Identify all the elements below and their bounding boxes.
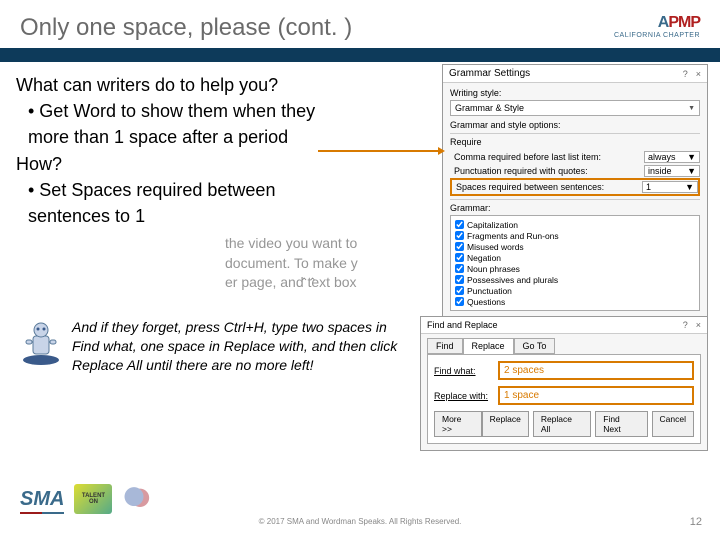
bullet-1b: more than 1 space after a period: [16, 125, 421, 150]
chevron-down-icon: ▼: [687, 166, 696, 176]
checkbox[interactable]: [455, 264, 464, 273]
grammar-section-label: Grammar:: [450, 199, 700, 213]
grammar-checks-list: Capitalization Fragments and Run-ons Mis…: [450, 215, 700, 311]
replace-button[interactable]: Replace: [482, 411, 529, 437]
check-item[interactable]: Misused words: [455, 241, 695, 252]
dialog-titlebar: Grammar Settings ? ×: [443, 65, 707, 83]
help-button[interactable]: ?: [683, 69, 688, 79]
checkbox[interactable]: [455, 286, 464, 295]
option-label: Punctuation required with quotes:: [454, 166, 588, 176]
option-label: Comma required before last list item:: [454, 152, 601, 162]
option-row: Comma required before last list item: al…: [450, 150, 700, 164]
find-replace-dialog: Find and Replace ? × Find Replace Go To …: [420, 316, 708, 451]
check-item[interactable]: Punctuation: [455, 285, 695, 296]
check-item[interactable]: Negation: [455, 252, 695, 263]
options-label: Grammar and style options:: [450, 120, 700, 130]
pointer-arrow: [318, 150, 443, 152]
chevron-down-icon: ▼: [688, 105, 695, 112]
require-label: Require: [450, 133, 700, 147]
bullet-1a: • Get Word to show them when they: [16, 99, 421, 124]
ghost-line: document. To make y: [225, 254, 405, 274]
replace-with-label: Replace with:: [434, 391, 492, 401]
option-select[interactable]: inside▼: [644, 165, 700, 177]
checkbox[interactable]: [455, 253, 464, 262]
more-button[interactable]: More >>: [434, 411, 482, 437]
tab-find[interactable]: Find: [427, 338, 463, 354]
question-1: What can writers do to help you?: [16, 73, 421, 98]
checkbox[interactable]: [455, 231, 464, 240]
option-row: Punctuation required with quotes: inside…: [450, 164, 700, 178]
help-button[interactable]: ?: [683, 320, 688, 330]
sma-logo: SMA: [20, 488, 64, 511]
body: What can writers do to help you? • Get W…: [0, 62, 720, 229]
find-next-button[interactable]: Find Next: [595, 411, 647, 437]
check-item[interactable]: Noun phrases: [455, 263, 695, 274]
slide-title: Only one space, please (cont. ): [20, 14, 352, 42]
writing-style-label: Writing style:: [450, 88, 700, 98]
writing-style-value: Grammar & Style: [455, 103, 524, 113]
checkbox[interactable]: [455, 220, 464, 229]
bullet-2a: • Set Spaces required between: [16, 178, 421, 203]
ghost-line: the video you want to: [225, 234, 405, 254]
page-number: 12: [690, 516, 702, 528]
logo-letter: A: [658, 14, 669, 31]
chevron-down-icon: ▼: [685, 182, 694, 192]
dialog-title: Grammar Settings: [449, 68, 530, 79]
tab-goto[interactable]: Go To: [514, 338, 556, 354]
writing-style-select[interactable]: Grammar & Style ▼: [450, 100, 700, 116]
check-item[interactable]: Capitalization: [455, 219, 695, 230]
slide: Only one space, please (cont. ) APMP CAL…: [0, 0, 720, 540]
logo-subtitle: CALIFORNIA CHAPTER: [614, 32, 700, 39]
dialog-titlebar: Find and Replace ? ×: [421, 317, 707, 334]
question-2: How?: [16, 152, 421, 177]
robot-mascot-icon: [16, 318, 66, 368]
close-button[interactable]: ×: [696, 320, 701, 330]
footer: SMA TALENT ON © 2017 SMA and Wordman Spe…: [0, 482, 720, 540]
checkbox[interactable]: [455, 242, 464, 251]
talent-on-badge: TALENT ON: [74, 484, 112, 514]
cancel-button[interactable]: Cancel: [652, 411, 694, 437]
proofreader-mark: ⌃⌃: [300, 277, 317, 288]
close-button[interactable]: ×: [696, 69, 701, 79]
check-item[interactable]: Possessives and plurals: [455, 274, 695, 285]
find-what-label: Find what:: [434, 366, 492, 376]
option-select[interactable]: always▼: [644, 151, 700, 163]
replace-all-button[interactable]: Replace All: [533, 411, 591, 437]
tip-row: And if they forget, press Ctrl+H, type t…: [16, 318, 411, 375]
option-row-highlighted: Spaces required between sentences: 1▼: [450, 178, 700, 196]
replace-with-input[interactable]: 1 space: [498, 386, 694, 405]
checkbox[interactable]: [455, 297, 464, 306]
find-what-input[interactable]: 2 spaces: [498, 361, 694, 380]
brain-icon: [122, 487, 152, 511]
tip-text: And if they forget, press Ctrl+H, type t…: [72, 318, 411, 375]
option-label: Spaces required between sentences:: [456, 182, 604, 192]
grammar-settings-dialog: Grammar Settings ? × Writing style: Gram…: [442, 64, 708, 346]
checkbox[interactable]: [455, 275, 464, 284]
chevron-down-icon: ▼: [687, 152, 696, 162]
logo-letters: PMP: [668, 14, 700, 31]
copyright: © 2017 SMA and Wordman Speaks. All Right…: [0, 517, 720, 526]
header: Only one space, please (cont. ) APMP CAL…: [0, 0, 720, 48]
option-select[interactable]: 1▼: [642, 181, 698, 193]
dialog-title: Find and Replace: [427, 320, 498, 330]
check-item[interactable]: Questions: [455, 296, 695, 307]
bullet-2b: sentences to 1: [16, 204, 421, 229]
tab-replace[interactable]: Replace: [463, 338, 514, 354]
apmp-logo: APMP CALIFORNIA CHAPTER: [614, 14, 700, 39]
check-item[interactable]: Fragments and Run-ons: [455, 230, 695, 241]
accent-bar: [0, 48, 720, 62]
